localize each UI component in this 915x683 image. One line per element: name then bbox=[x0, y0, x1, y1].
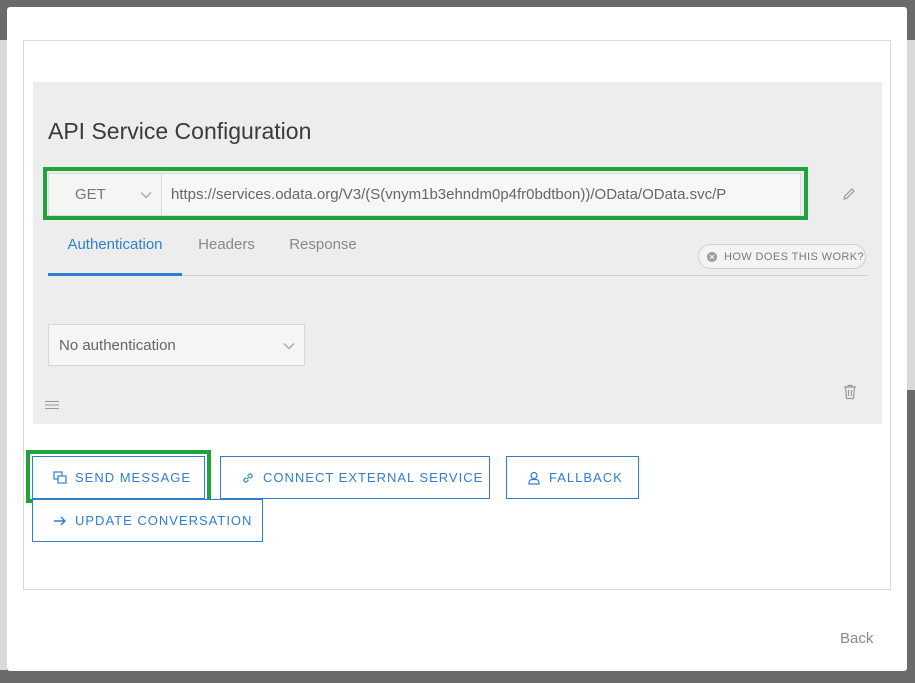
connect-external-service-button[interactable]: CONNECT EXTERNAL SERVICE bbox=[220, 456, 490, 499]
authentication-select[interactable]: No authentication bbox=[48, 324, 305, 366]
chevron-down-icon bbox=[140, 192, 152, 199]
fallback-button[interactable]: FALLBACK bbox=[506, 456, 639, 499]
background-app-left bbox=[0, 40, 7, 670]
drag-handle-icon[interactable] bbox=[45, 400, 59, 410]
connect-external-label: CONNECT EXTERNAL SERVICE bbox=[263, 470, 484, 485]
tab-headers[interactable]: Headers bbox=[193, 227, 260, 276]
how-does-this-work-button[interactable]: HOW DOES THIS WORK? bbox=[698, 244, 866, 269]
url-input[interactable] bbox=[162, 174, 800, 215]
request-row: GET bbox=[48, 173, 801, 216]
auth-selected-value: No authentication bbox=[59, 336, 176, 354]
update-conversation-label: UPDATE CONVERSATION bbox=[75, 513, 253, 528]
method-value: GET bbox=[75, 186, 106, 203]
background-app-right bbox=[907, 40, 915, 390]
trash-icon[interactable] bbox=[843, 384, 857, 400]
pencil-icon[interactable] bbox=[841, 186, 857, 202]
arrow-right-icon bbox=[54, 516, 66, 525]
fallback-label: FALLBACK bbox=[549, 470, 623, 485]
modal-dialog: API Service Configuration GET Authentica… bbox=[7, 7, 907, 671]
method-select[interactable]: GET bbox=[49, 174, 162, 215]
send-message-label: SEND MESSAGE bbox=[75, 470, 192, 485]
chevron-down-icon bbox=[283, 343, 295, 350]
help-label: HOW DOES THIS WORK? bbox=[724, 250, 865, 263]
tab-response[interactable]: Response bbox=[285, 227, 361, 276]
update-conversation-button[interactable]: UPDATE CONVERSATION bbox=[32, 499, 263, 542]
link-icon bbox=[243, 472, 253, 483]
user-icon bbox=[528, 471, 540, 485]
tab-authentication[interactable]: Authentication bbox=[48, 227, 182, 276]
message-icon bbox=[53, 470, 67, 484]
api-config-panel: API Service Configuration GET Authentica… bbox=[33, 82, 882, 424]
back-button[interactable]: Back bbox=[840, 630, 873, 647]
send-message-button[interactable]: SEND MESSAGE bbox=[32, 456, 205, 499]
panel-title: API Service Configuration bbox=[48, 118, 312, 144]
help-circle-icon bbox=[707, 251, 717, 262]
